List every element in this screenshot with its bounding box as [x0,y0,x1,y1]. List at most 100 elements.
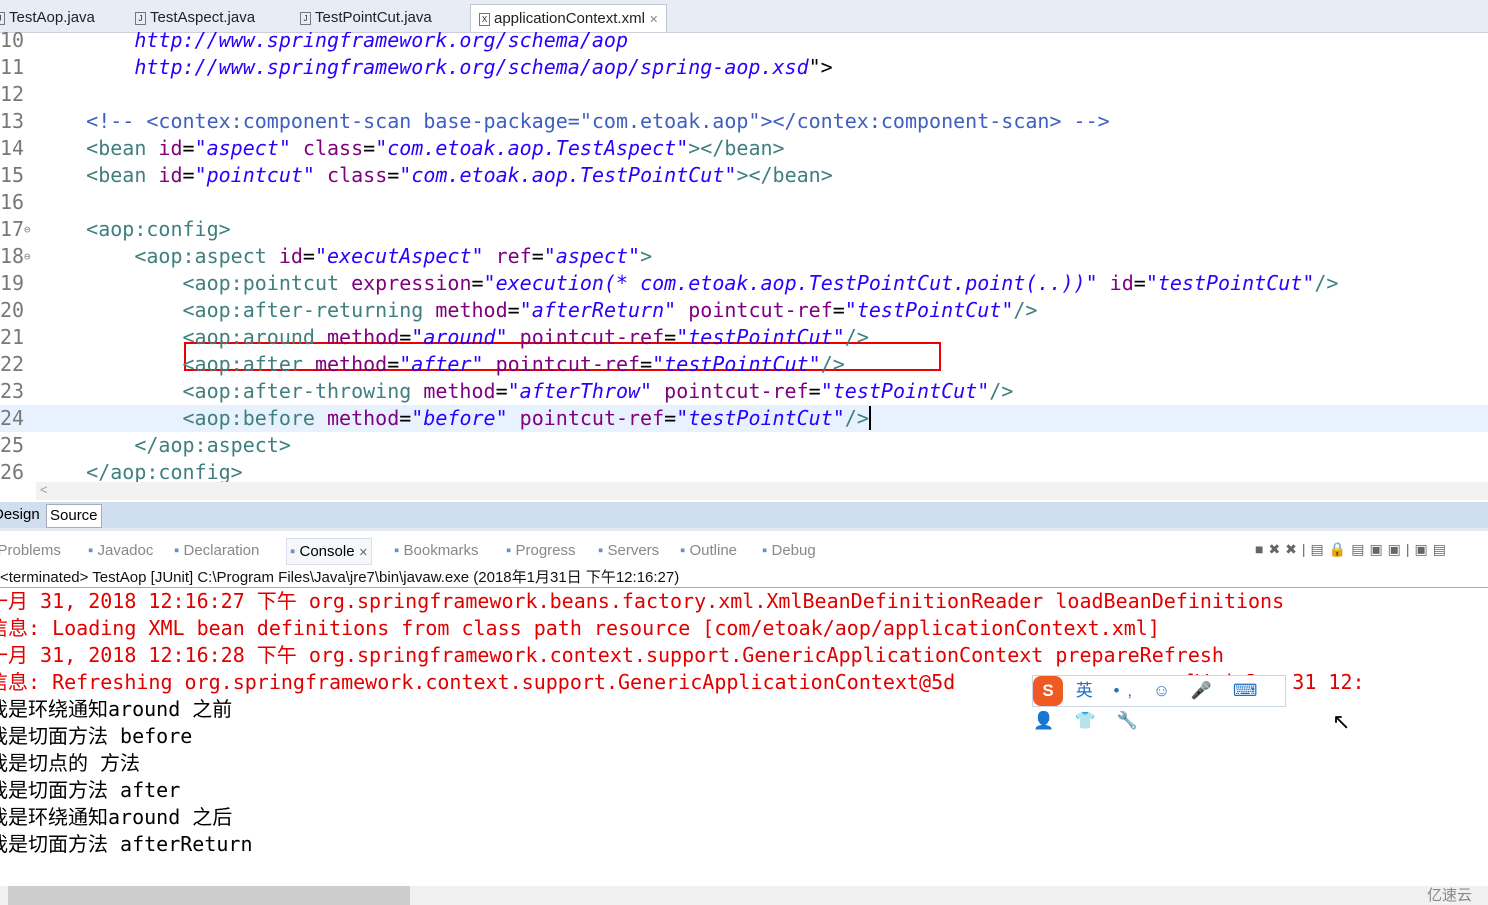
panel-tab-bookmarks[interactable]: ▪ Bookmarks [394,542,479,559]
code-token: "aspect" [543,244,641,268]
code-token: = [664,406,677,430]
tab-testaop-java[interactable]: J TestAop.java [0,4,95,31]
scrollbar-thumb[interactable] [8,886,410,905]
code-line[interactable]: 17 ⊖ <aop:config> [0,216,1488,243]
code-line[interactable]: 19 <aop:pointcut expression="execution(*… [0,270,1488,297]
code-line[interactable]: 23 <aop:after-throwing method="afterThro… [0,378,1488,405]
code-token: = [808,379,821,403]
fold-icon[interactable]: ⊖ [24,243,31,270]
code-token: method [314,352,388,376]
panel-tab-progress[interactable]: ▪ Progress [506,542,576,559]
xml-file-icon: X [479,12,490,26]
code-token: id [158,163,183,187]
code-token: id [278,244,303,268]
editor-horizontal-scrollbar[interactable]: < [36,482,1488,500]
code-line[interactable]: 16 [0,189,1488,216]
close-icon[interactable]: ✕ [359,547,368,559]
code-line[interactable]: 12 [0,81,1488,108]
tab-label: TestPointCut.java [315,9,432,26]
code-token: /> [989,379,1014,403]
panel-tab-label: Console [299,543,355,560]
xml-editor[interactable]: 10 http://www.springframework.org/schema… [0,32,1488,482]
code-token: method [326,325,400,349]
code-line[interactable]: 15 <bean id="pointcut" class="com.etoak.… [0,162,1488,189]
tab-applicationcontext-xml[interactable]: XapplicationContext.xml ✕ [470,4,668,32]
panel-tab-servers[interactable]: ▪ Servers [598,542,659,559]
line-number: 12 [0,82,25,106]
panel-tab-label: Problems [0,542,61,559]
console-icon: ▪ [290,543,300,560]
code-token: http://www.springframework.org/schema/ao… [38,55,809,79]
editor-tab-bar: J TestAop.java J TestAspect.java J TestPointC… [0,0,1488,33]
text-caret [868,406,871,430]
line-number: 21 [0,325,25,349]
debug-icon: ▪ [762,542,772,559]
panel-tab-outline[interactable]: ▪ Outline [680,542,737,559]
ime-tool-icons[interactable]: 英 •, ☺ 🎤 ⌨ 👤 👕 🔧 [1033,681,1265,730]
panel-tab-problems[interactable]: ▪ Problems [0,542,61,559]
code-token: <bean [38,136,159,160]
tab-label: TestAspect.java [150,9,256,26]
console-line: 一月 31, 2018 12:16:27 下午 org.springframew… [0,589,1285,613]
tab-source[interactable]: Source [46,504,102,528]
code-token: "around" [411,325,508,349]
code-token: "afterReturn" [519,298,677,322]
code-token: </aop:config> [38,460,243,482]
code-token: pointcut-ref [483,352,641,376]
tab-design[interactable]: Design [0,504,43,526]
code-token: "execution(* com.etoak.aop.TestPointCut.… [483,271,1098,295]
code-token: = [182,136,195,160]
code-line[interactable]: 11 http://www.springframework.org/schema… [0,54,1488,81]
tab-testaspect-java[interactable]: J TestAspect.java [135,4,255,31]
code-token: class [290,136,364,160]
code-token: /> [844,406,869,430]
code-token: = [363,136,376,160]
at-icon: ▪ [88,542,98,559]
code-token: expression [351,271,472,295]
java-file-icon: J [300,11,311,25]
panel-tab-declaration[interactable]: ▪ Declaration [174,542,259,559]
code-token: "> [808,55,833,79]
ime-toolbar[interactable]: S 英 •, ☺ 🎤 ⌨ 👤 👕 🔧 [1032,675,1286,730]
code-line[interactable]: 13 <!-- <contex:component-scan base-pack… [0,108,1488,135]
code-line[interactable]: 25 </aop:aspect> [0,432,1488,459]
panel-tab-label: Declaration [183,542,260,559]
code-line[interactable]: 14 <bean id="aspect" class="com.etoak.ao… [0,135,1488,162]
panel-tab-javadoc[interactable]: ▪ Javadoc [88,542,153,559]
code-token: = [182,163,195,187]
panel-tab-console[interactable]: ▪ Console ✕ [286,538,372,565]
console-line: 我是环绕通知around 之前 [0,697,233,721]
code-line[interactable]: 22 <aop:after method="after" pointcut-re… [0,351,1488,378]
code-token: "afterThrow" [507,379,653,403]
line-number: 10 [0,32,25,52]
line-number: 22 [0,352,25,376]
code-line[interactable]: 18 ⊖ <aop:aspect id="executAspect" ref="a… [0,243,1488,270]
code-token: <aop:after-returning [38,298,436,322]
code-token: /> [820,352,845,376]
code-token: = [1133,271,1146,295]
java-file-icon: J [135,11,146,25]
console-toolbar[interactable]: ■✖✖|▤🔒▤▣▣|▣▤ [1255,541,1451,558]
code-token: /> [1013,298,1038,322]
panel-tab-label: Bookmarks [403,542,479,559]
panel-tab-debug[interactable]: ▪ Debug [762,542,816,559]
code-token: /> [844,325,869,349]
console-line: 信息: Loading XML bean definitions from cl… [0,616,1160,640]
mouse-cursor-icon: ↖ [1332,709,1351,734]
line-number: 19 [0,271,25,295]
tab-testpointcut-java[interactable]: J TestPointCut.java [300,4,432,31]
code-line[interactable]: 10 http://www.springframework.org/schema… [0,32,1488,54]
code-line[interactable]: 26 </aop:config> [0,459,1488,482]
console-line: 一月 31, 2018 12:16:28 下午 org.springframew… [0,643,1224,667]
code-token: = [507,298,520,322]
close-icon[interactable]: ✕ [649,14,658,26]
line-number: 11 [0,55,25,79]
code-line[interactable]: 21 <aop:around method="around" pointcut-… [0,324,1488,351]
code-token: </aop:aspect> [38,433,291,457]
code-line[interactable]: 24 <aop:before method="before" pointcut-… [0,405,1488,432]
fold-icon[interactable]: ⊖ [24,216,31,243]
code-token: "testPointCut" [652,352,821,376]
panel-tab-label: Servers [607,542,660,559]
console-horizontal-scrollbar[interactable] [0,886,1488,905]
code-line[interactable]: 20 <aop:after-returning method="afterRet… [0,297,1488,324]
